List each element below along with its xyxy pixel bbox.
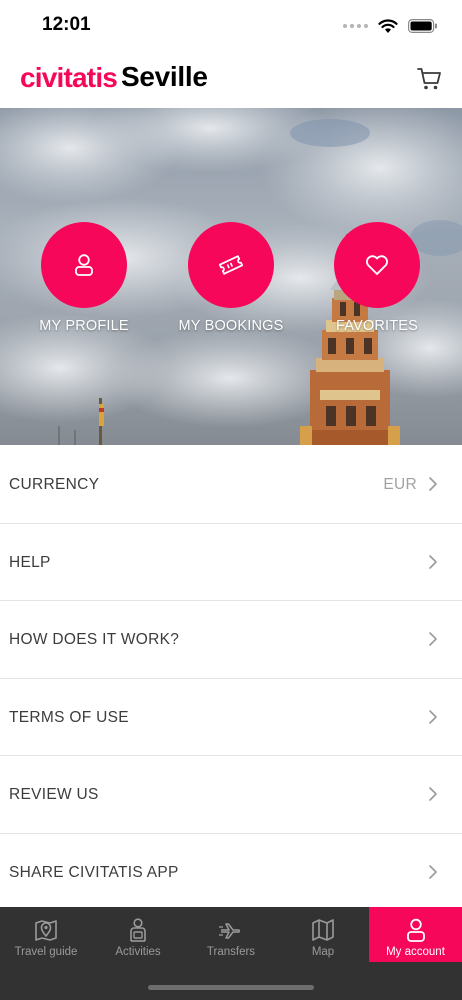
home-indicator[interactable] [148,985,314,990]
my-bookings-button[interactable]: MY BOOKINGS [156,222,306,334]
my-bookings-label: MY BOOKINGS [178,318,284,334]
tab-travel-guide[interactable]: Travel guide [0,907,92,962]
menu-item-label: SHARE CIVITATIS APP [9,863,179,881]
cart-icon[interactable] [416,66,442,92]
menu-item-label: HOW DOES IT WORK? [9,631,180,648]
favorites-button[interactable]: FAVORITES [302,222,452,334]
favorites-label: FAVORITES [335,318,419,334]
menu-item-share-app[interactable]: SHARE CIVITATIS APP [0,833,462,911]
menu-item-label: TERMS OF USE [9,708,129,726]
hero-banner: MY PROFILE MY BOOKINGS FAVORITES [0,108,462,445]
tab-label: My account [386,946,445,958]
bookings-circle[interactable] [188,222,274,308]
heart-icon [366,255,388,275]
quick-actions: MY PROFILE MY BOOKINGS FAVORITES [0,222,462,342]
tab-transfers[interactable]: Transfers [185,907,277,962]
tab-label: Map [311,946,335,958]
wifi-icon [378,18,398,33]
map-pin-icon [35,920,57,941]
bottom-tab-bar: Travel guide Activities Transfers Map My… [0,907,462,1000]
my-profile-button[interactable]: MY PROFILE [9,222,159,334]
favorites-circle[interactable] [334,222,420,308]
chevron-right-icon [429,632,437,646]
city-title: Seville [121,61,208,92]
folded-map-icon [312,919,334,941]
guide-person-icon [130,918,146,942]
battery-icon [408,19,437,33]
profile-circle[interactable] [41,222,127,308]
person-icon [75,254,93,276]
chevron-right-icon [429,709,437,724]
tab-label: Activities [115,946,161,958]
tab-activities[interactable]: Activities [92,907,184,962]
status-bar: 12:01 [0,0,462,50]
menu-item-terms-of-use[interactable]: TERMS OF USE [0,678,462,756]
menu-item-currency[interactable]: CURRENCY EUR [0,446,462,524]
chevron-right-icon [429,554,437,569]
menu-item-label: CURRENCY [9,476,100,493]
menu-item-review-us[interactable]: REVIEW US [0,756,462,834]
settings-menu: CURRENCY EUR HELP HOW DOES IT WORK? TERM… [0,446,462,911]
civitatis-logo[interactable]: civitatis [20,62,118,94]
status-time: 12:01 [42,14,91,35]
my-profile-label: MY PROFILE [39,318,129,334]
menu-item-label: REVIEW US [9,786,99,803]
signal-icon [343,24,368,28]
tab-label: Travel guide [14,946,78,958]
chevron-right-icon [429,477,437,491]
tab-my-account[interactable]: My account [369,907,462,962]
tab-label: Transfers [206,946,256,958]
chevron-right-icon [429,787,437,801]
status-icons [343,16,438,36]
menu-item-how-it-works[interactable]: HOW DOES IT WORK? [0,601,462,679]
ticket-icon [218,255,244,275]
menu-item-help[interactable]: HELP [0,523,462,601]
chevron-right-icon [429,864,437,879]
account-icon [406,918,425,942]
menu-item-label: HELP [9,553,51,571]
currency-value: EUR [383,476,417,493]
tab-map[interactable]: Map [277,907,369,962]
app-header: civitatis Seville [0,50,462,108]
airplane-icon [219,923,241,939]
